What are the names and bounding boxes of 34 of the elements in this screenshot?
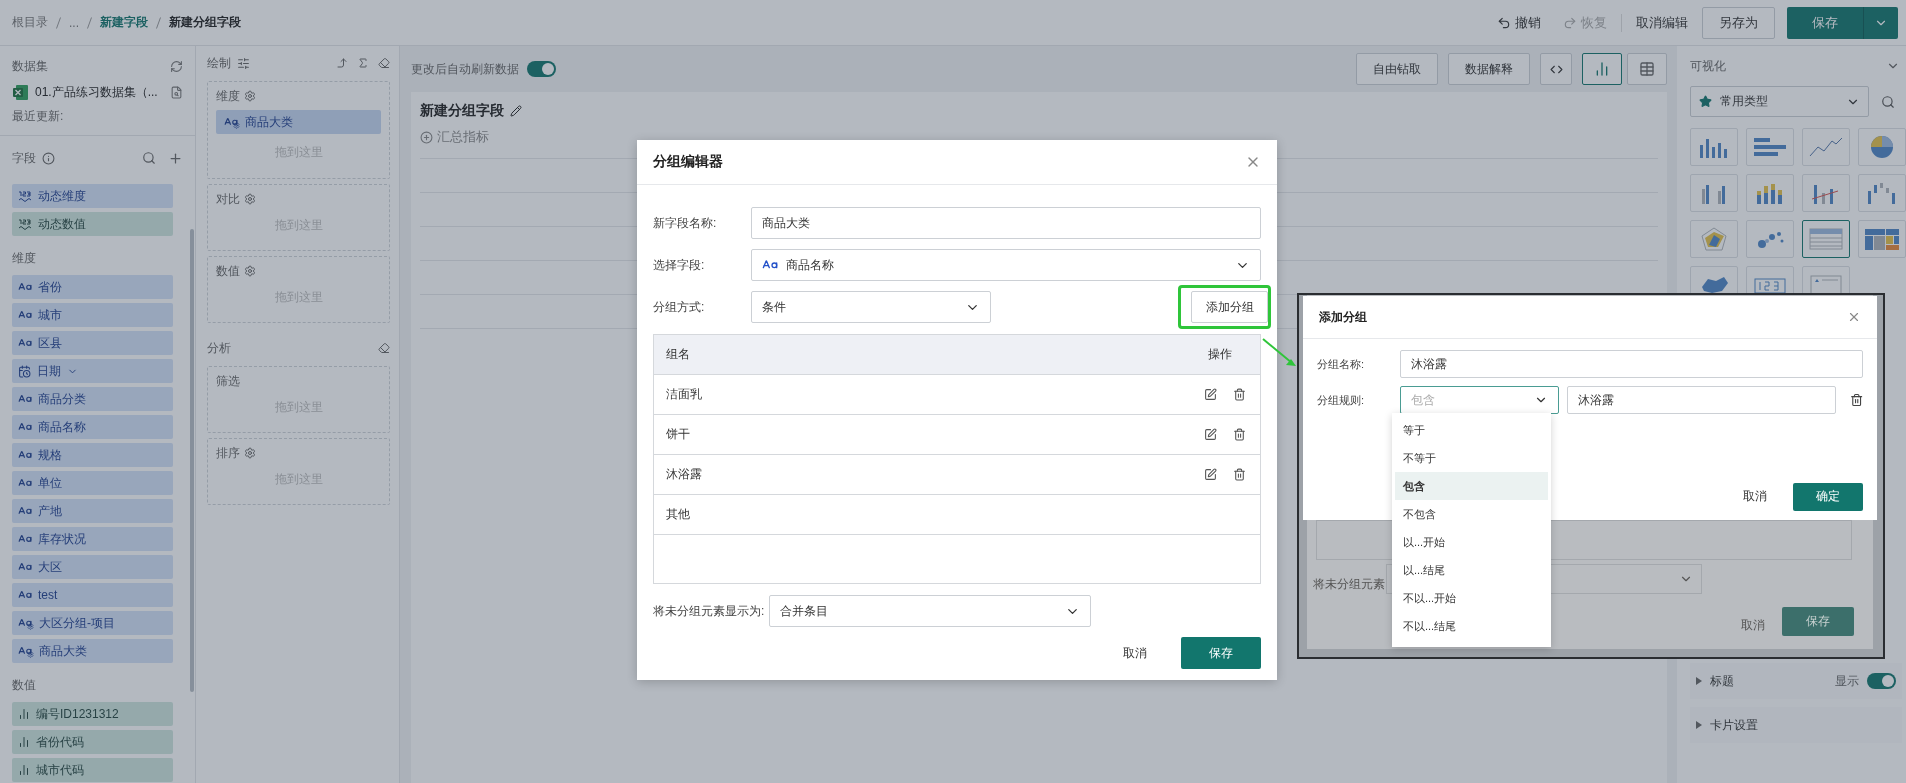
last-updated-label: 最近更新: <box>12 109 64 123</box>
section-title: 数据集 <box>12 57 48 75</box>
field-label: 选择字段: <box>653 256 706 274</box>
field-label: 新字段名称: <box>653 214 718 232</box>
section-label: 卡片设置 <box>1710 716 1759 734</box>
zone-label: 对比 <box>216 190 240 208</box>
field-label: 分组规则: <box>1317 392 1366 408</box>
dialog-title: 添加分组 <box>1319 308 1367 326</box>
group-title: 数值 <box>12 678 36 692</box>
section-label: 标题 <box>1710 672 1735 690</box>
table-cell: 洁面乳 <box>666 386 702 403</box>
column-header: 组名 <box>666 346 690 363</box>
section-value: 显示 <box>1835 672 1859 690</box>
section-title: 分析 <box>207 339 231 357</box>
field-label: 将未分组元素 <box>1313 576 1385 593</box>
breadcrumb-item: 新建分组字段 <box>169 14 241 31</box>
column-header: 操作 <box>1208 346 1232 363</box>
zone-label: 筛选 <box>216 372 240 390</box>
zone-label: 排序 <box>216 444 240 462</box>
field-label: 分组名称: <box>1317 356 1366 372</box>
table-cell: 其他 <box>666 506 690 523</box>
table-cell: 沐浴露 <box>666 466 702 483</box>
card-title: 新建分组字段 <box>420 102 504 120</box>
section-title: 可视化 <box>1690 57 1726 75</box>
section-title: 绘制 <box>207 54 231 72</box>
zone-label: 维度 <box>216 87 240 105</box>
zone-label: 数值 <box>216 262 240 280</box>
auto-refresh-label: 更改后自动刷新数据 <box>411 60 519 78</box>
section-title: 字段 <box>12 149 36 167</box>
field-label: 分组方式: <box>653 298 706 316</box>
dialog-title: 分组编辑器 <box>653 153 723 171</box>
group-title: 维度 <box>12 251 36 265</box>
table-cell: 饼干 <box>666 426 690 443</box>
field-label: 将未分组元素显示为: <box>653 602 766 620</box>
